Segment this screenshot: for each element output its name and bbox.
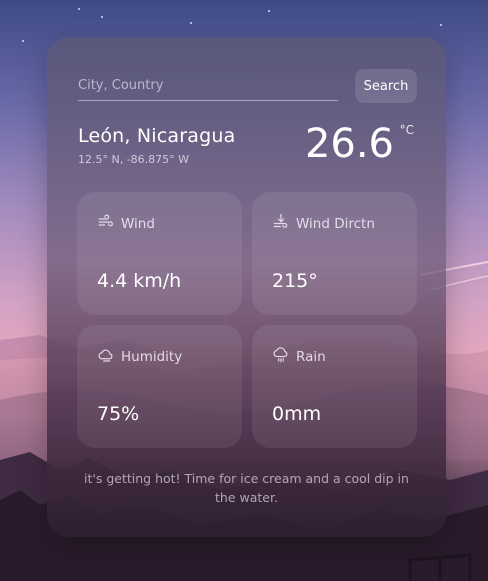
wind-tile: Wind 4.4 km/h [77, 192, 242, 315]
rain-cloud-icon [272, 346, 290, 368]
rain-value: 0mm [272, 403, 322, 425]
wind-direction-tile: Wind Dirctn 215° [252, 192, 417, 315]
city-search-input[interactable] [78, 71, 338, 101]
humidity-label: Humidity [121, 349, 183, 365]
temperature-unit: °C [399, 123, 414, 137]
wind-direction-icon [272, 213, 290, 235]
weather-card: Search León, Nicaragua 12.5° N, -86.875°… [47, 37, 446, 537]
wind-label: Wind [121, 216, 155, 232]
humidity-cloud-icon [97, 346, 115, 368]
humidity-value: 75% [97, 403, 140, 425]
coordinates: 12.5° N, -86.875° W [78, 153, 190, 166]
rain-tile: Rain 0mm [252, 325, 417, 448]
temperature-value: 26.6 [304, 121, 394, 167]
search-bar: Search [78, 69, 417, 103]
wind-icon [97, 213, 115, 235]
wind-direction-value: 215° [272, 270, 318, 292]
city-name: León, Nicaragua [78, 125, 236, 147]
search-button[interactable]: Search [355, 69, 417, 103]
humidity-tile: Humidity 75% [77, 325, 242, 448]
rain-label: Rain [296, 349, 326, 365]
weather-message: it's getting hot! Time for ice cream and… [84, 471, 409, 505]
wind-direction-label: Wind Dirctn [296, 216, 375, 232]
location-info: León, Nicaragua 12.5° N, -86.875° W [78, 125, 235, 166]
wind-value: 4.4 km/h [97, 270, 182, 292]
